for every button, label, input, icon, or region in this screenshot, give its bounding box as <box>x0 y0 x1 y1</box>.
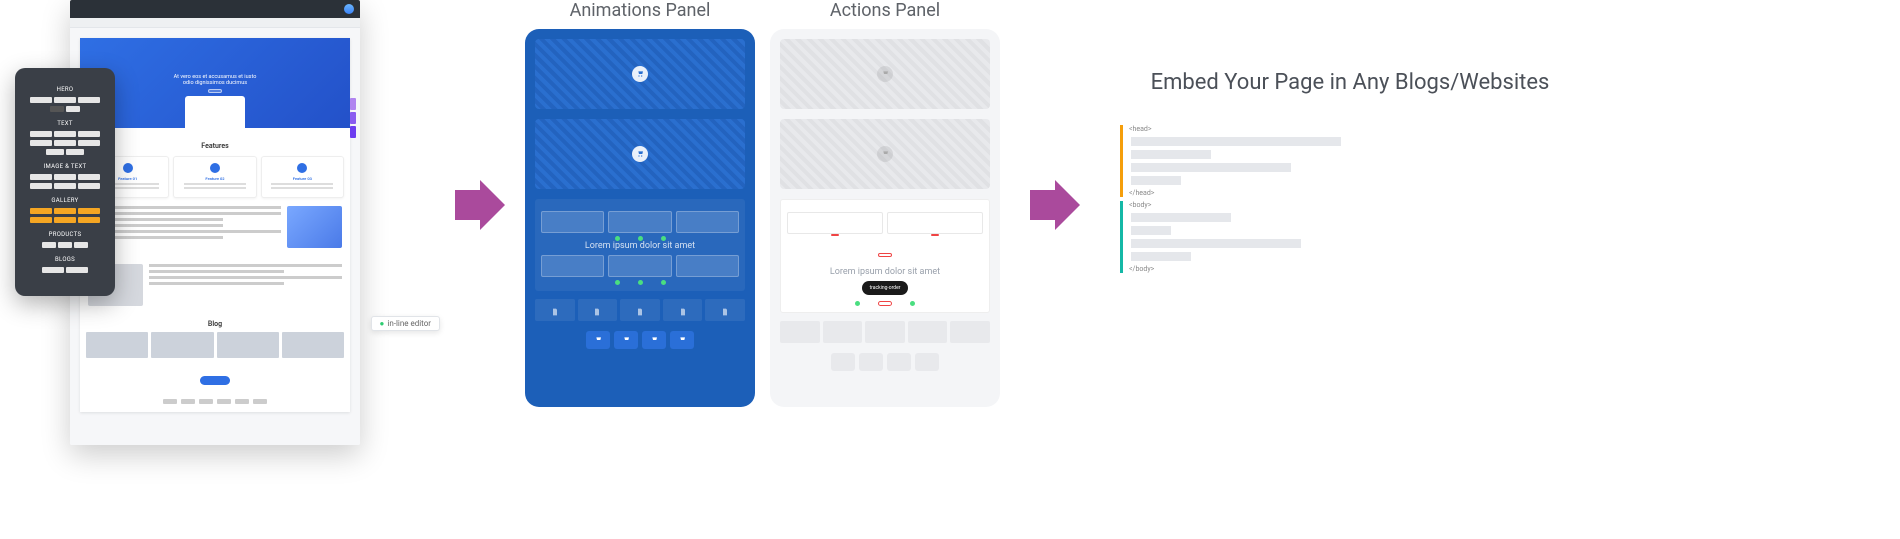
page-preview: At vero eos et accusamus et iusto odio d… <box>80 38 350 412</box>
cart-icon <box>877 146 893 162</box>
pill-button[interactable] <box>915 353 939 371</box>
anim-block[interactable] <box>535 119 745 189</box>
palette-section-title: BLOGS <box>19 256 111 263</box>
pill-button[interactable] <box>614 331 638 349</box>
hero-illustration <box>185 96 245 136</box>
image-placeholder <box>287 206 342 248</box>
code-head-block: <head> </head> <box>1120 125 1350 197</box>
action-tag[interactable] <box>878 301 892 306</box>
action-pill-row <box>770 353 1000 371</box>
code-tag: <head> <box>1123 125 1350 133</box>
inline-editor-tooltip: ●in-line editor <box>371 316 440 331</box>
palette-section-title: PRODUCTS <box>19 231 111 238</box>
stage-animations-panel: Animations Panel Lorem ipsum dolor sit a… <box>525 0 755 407</box>
flow-arrow-icon <box>1030 180 1080 230</box>
text-block <box>149 264 342 306</box>
doc-icon <box>721 301 729 320</box>
image-text-row[interactable] <box>80 198 350 256</box>
anim-pill-row <box>525 331 755 349</box>
stage-actions-panel: Actions Panel Lorem ipsum dolor sit amet… <box>770 0 1000 407</box>
action-block[interactable] <box>780 39 990 109</box>
doc-icon <box>593 301 601 320</box>
action-badge <box>831 234 839 236</box>
pill-button[interactable] <box>831 353 855 371</box>
image-text-row[interactable] <box>80 256 350 314</box>
stage-embed: Embed Your Page in Any Blogs/Websites <h… <box>1100 70 1600 273</box>
text-block <box>88 206 281 248</box>
palette-section-title: TEXT <box>19 120 111 127</box>
stage-editor: At vero eos et accusamus et iusto odio d… <box>10 0 440 539</box>
embed-title: Embed Your Page in Any Blogs/Websites <box>1100 70 1600 95</box>
animations-phone: Lorem ipsum dolor sit amet <box>525 29 755 407</box>
selection-handles[interactable] <box>350 98 356 138</box>
cart-icon <box>632 146 648 162</box>
code-tag: <body> <box>1123 201 1350 209</box>
pill-button[interactable] <box>859 353 883 371</box>
hero-subhead: odio dignissimos ducimus <box>183 80 247 86</box>
doc-icon <box>636 301 644 320</box>
features-title: Features <box>80 142 350 150</box>
animations-panel-title: Animations Panel <box>525 0 755 21</box>
feature-card[interactable]: Feature 03 <box>261 156 344 198</box>
features-row: Feature 01 Feature 02 Feature 03 <box>80 156 350 198</box>
cta-button[interactable] <box>200 376 230 385</box>
blog-cards <box>86 332 344 358</box>
action-bottom-row <box>770 321 1000 343</box>
editor-subtoolbar <box>70 18 360 28</box>
pill-button[interactable] <box>586 331 610 349</box>
blog-title: Blog <box>86 320 344 328</box>
flow-arrow-icon <box>455 180 505 230</box>
cta-section[interactable] <box>80 364 350 395</box>
palette-section-title: HERO <box>19 86 111 93</box>
hero-cta-button[interactable] <box>208 89 222 93</box>
actions-panel-title: Actions Panel <box>770 0 1000 21</box>
anim-block[interactable] <box>535 39 745 109</box>
doc-icon <box>551 301 559 320</box>
code-tag: </body> <box>1123 265 1350 273</box>
inline-editor-label: in-line editor <box>387 319 431 328</box>
blog-section[interactable]: Blog <box>80 314 350 364</box>
action-block[interactable] <box>780 119 990 189</box>
action-badge <box>931 234 939 236</box>
lorem-text: Lorem ipsum dolor sit amet <box>787 267 983 277</box>
lorem-text: Lorem ipsum dolor sit amet <box>541 241 739 251</box>
pill-button[interactable] <box>642 331 666 349</box>
feature-icon <box>123 163 133 173</box>
doc-icon <box>679 301 687 320</box>
palette-section-title: GALLERY <box>19 197 111 204</box>
pill-button[interactable] <box>887 353 911 371</box>
code-body-block: <body> </body> <box>1120 201 1350 273</box>
blog-card[interactable] <box>151 332 213 358</box>
hero-section[interactable]: At vero eos et accusamus et iusto odio d… <box>80 38 350 128</box>
user-avatar[interactable] <box>344 4 354 14</box>
feature-icon <box>210 163 220 173</box>
logos-row <box>80 395 350 412</box>
blog-card[interactable] <box>282 332 344 358</box>
tracking-tooltip: tracking-order <box>862 281 909 295</box>
anim-bottom-row <box>525 299 755 321</box>
blog-card[interactable] <box>217 332 279 358</box>
features-section[interactable]: Features Feature 01 Feature 02 <box>80 142 350 198</box>
pill-button[interactable] <box>670 331 694 349</box>
feature-card-title: Feature 03 <box>264 176 341 181</box>
cart-icon <box>632 66 648 82</box>
actions-phone: Lorem ipsum dolor sit amet tracking-orde… <box>770 29 1000 407</box>
palette-section-title: IMAGE & TEXT <box>19 163 111 170</box>
feature-card-title: Feature 02 <box>176 176 253 181</box>
blocks-palette[interactable]: HERO TEXT IMAGE & TEXT GALLERY PRODUCTS … <box>15 68 115 296</box>
cart-icon <box>877 66 893 82</box>
code-tag: </head> <box>1123 189 1350 197</box>
blog-card[interactable] <box>86 332 148 358</box>
editor-toolbar <box>70 0 360 18</box>
feature-icon <box>297 163 307 173</box>
action-tag[interactable] <box>878 253 892 257</box>
feature-card[interactable]: Feature 02 <box>173 156 256 198</box>
